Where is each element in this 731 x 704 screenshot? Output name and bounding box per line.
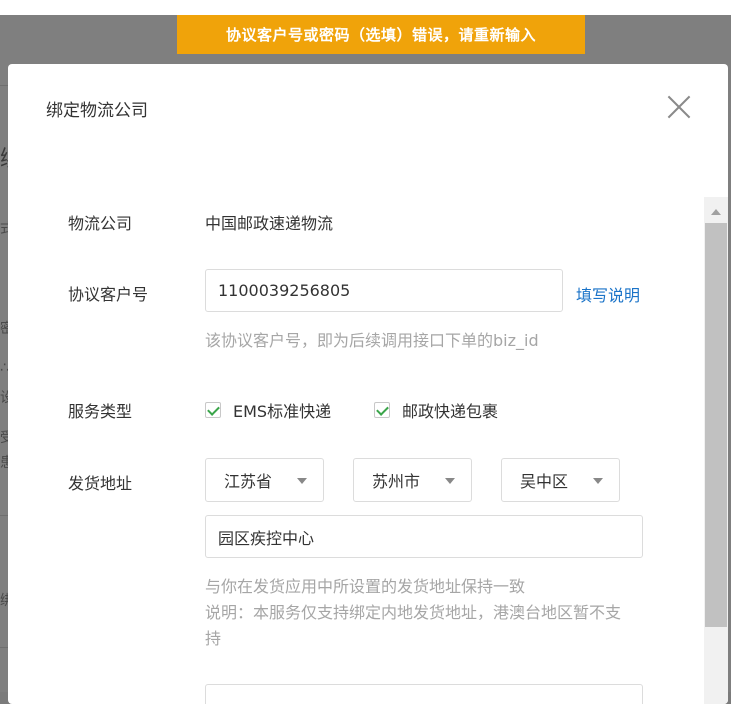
company-value: 中国邮政速递物流	[205, 214, 334, 233]
address-detail-input[interactable]: 园区疾控中心	[205, 515, 643, 558]
province-select[interactable]: 江苏省	[205, 458, 324, 502]
service-option-label: EMS标准快递	[233, 402, 332, 421]
chevron-down-icon	[445, 478, 455, 484]
address-note: 说明：本服务仅支持绑定内地发货地址，港澳台地区暂不支	[205, 603, 622, 622]
city-select[interactable]: 苏州市	[353, 458, 472, 502]
bind-logistics-dialog: 绑定物流公司 物流公司 中国邮政速递物流 协议客户号 1100039256805…	[8, 64, 728, 704]
district-select[interactable]: 吴中区	[501, 458, 620, 502]
chevron-down-icon	[297, 478, 307, 484]
company-label: 物流公司	[68, 214, 133, 233]
address-note-cont: 持	[205, 629, 222, 648]
customer-no-input[interactable]: 1100039256805	[205, 269, 563, 312]
service-label: 服务类型	[68, 402, 133, 421]
next-field-input[interactable]	[205, 684, 643, 704]
scrollbar-thumb[interactable]	[705, 223, 727, 627]
district-value: 吴中区	[520, 472, 569, 491]
error-toast: 协议客户号或密码（选填）错误，请重新输入	[177, 15, 585, 54]
checkbox-checked-icon[interactable]	[205, 402, 221, 418]
chevron-down-icon	[593, 478, 603, 484]
dialog-title: 绑定物流公司	[46, 101, 148, 121]
service-option-label: 邮政快递包裹	[402, 402, 499, 421]
bg-divider	[0, 85, 8, 86]
scroll-up-icon[interactable]	[711, 209, 721, 215]
service-option-parcel[interactable]: 邮政快递包裹	[374, 398, 498, 422]
customer-no-label: 协议客户号	[68, 285, 149, 304]
scrollbar[interactable]	[704, 197, 728, 704]
address-hint: 与你在发货应用中所设置的发货地址保持一致	[205, 577, 526, 596]
province-value: 江苏省	[224, 472, 273, 491]
bg-divider	[0, 647, 8, 648]
customer-no-hint: 该协议客户号，即为后续调用接口下单的biz_id	[205, 331, 539, 350]
city-value: 苏州市	[372, 472, 421, 491]
top-bar	[0, 0, 731, 15]
service-option-ems[interactable]: EMS标准快递	[205, 398, 331, 422]
help-link[interactable]: 填写说明	[576, 282, 640, 306]
bg-divider	[0, 515, 8, 516]
address-label: 发货地址	[68, 474, 133, 493]
close-icon[interactable]	[664, 92, 694, 122]
checkbox-checked-icon[interactable]	[374, 402, 390, 418]
